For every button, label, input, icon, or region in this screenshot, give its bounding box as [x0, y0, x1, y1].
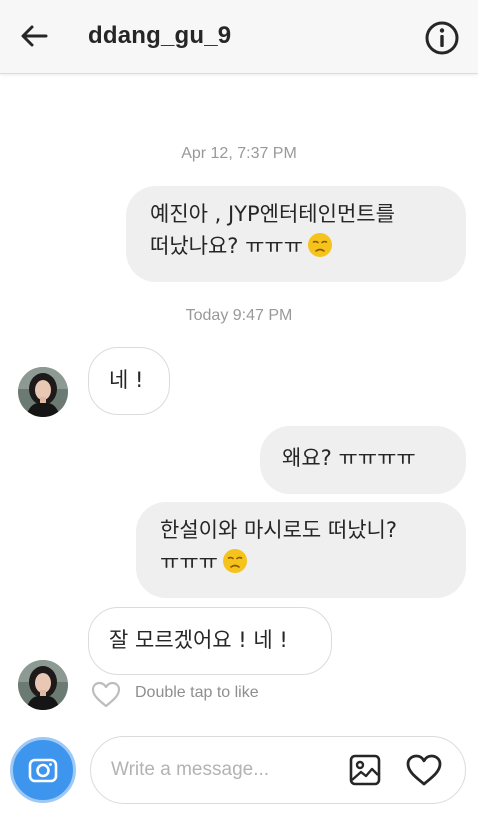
message-bubble-outgoing[interactable]: 한설이와 마시로도 떠났니? ㅠㅠㅠ [136, 502, 466, 598]
message-line: ㅠㅠㅠ [160, 546, 442, 578]
message-composer [90, 736, 466, 804]
camera-button[interactable] [10, 737, 76, 803]
message-line: 떠났나요? ㅠㅠㅠ [150, 230, 442, 262]
chat-header: ddang_gu_9 [0, 0, 478, 74]
message-line: 예진아 , JYP엔터테인먼트를 [150, 202, 395, 226]
message-bubble-outgoing[interactable]: 예진아 , JYP엔터테인먼트를 떠났나요? ㅠㅠㅠ [126, 186, 466, 282]
message-bubble-incoming[interactable]: 잘 모르겠어요 ! 네 ! [88, 607, 332, 675]
image-gallery-icon[interactable] [348, 753, 382, 787]
back-arrow-icon[interactable] [18, 20, 50, 52]
heart-outline-icon[interactable] [90, 680, 122, 708]
message-text: 잘 모르겠어요 ! 네 ! [109, 628, 288, 652]
message-bubble-outgoing[interactable]: 왜요? ㅠㅠㅠㅠ [260, 426, 466, 494]
double-tap-label: Double tap to like [135, 684, 259, 701]
message-text: ㅠㅠㅠ [160, 550, 218, 574]
sad-face-emoji-icon [222, 549, 247, 573]
message-text: 네 ! [109, 368, 144, 392]
chat-username[interactable]: ddang_gu_9 [88, 22, 231, 50]
message-bubble-incoming[interactable]: 네 ! [88, 347, 170, 415]
avatar[interactable] [18, 660, 68, 710]
message-text: 떠났나요? ㅠㅠㅠ [150, 234, 304, 258]
message-line: 한설이와 마시로도 떠났니? [160, 518, 398, 542]
avatar[interactable] [18, 367, 68, 417]
camera-icon [28, 758, 58, 783]
timestamp: Today 9:47 PM [185, 307, 293, 324]
message-text: 왜요? ㅠㅠㅠㅠ [282, 446, 416, 470]
sad-face-emoji-icon [308, 233, 333, 257]
info-icon[interactable] [424, 20, 460, 56]
timestamp: Apr 12, 7:37 PM [181, 145, 297, 162]
message-input[interactable] [111, 755, 331, 785]
heart-icon[interactable] [405, 753, 443, 787]
